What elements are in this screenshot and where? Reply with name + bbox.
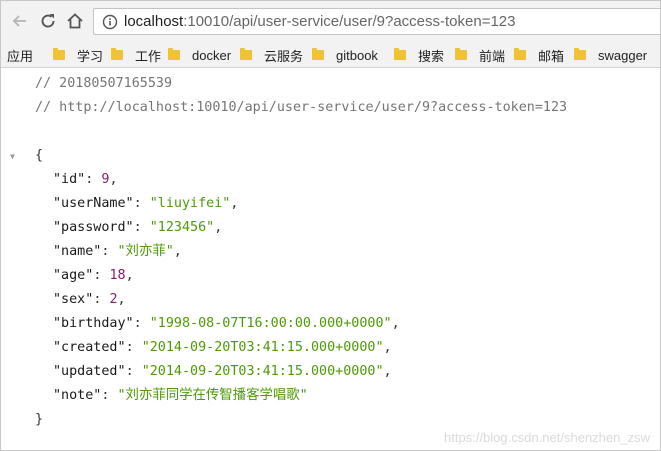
field-key: "created" xyxy=(53,340,126,355)
folder-icon xyxy=(240,48,252,60)
folder-icon xyxy=(312,48,324,60)
field-key: "age" xyxy=(53,268,94,283)
bookmark-label: gitbook xyxy=(336,47,378,63)
back-button[interactable] xyxy=(9,10,31,32)
bookmark-label: docker xyxy=(192,47,232,63)
json-field: "birthday": "1998-08-07T16:00:00.000+000… xyxy=(53,316,400,331)
bookmark-folder-search[interactable]: 搜索 xyxy=(394,47,445,64)
reload-button[interactable] xyxy=(37,10,59,32)
back-arrow-icon xyxy=(12,15,26,27)
comment-timestamp: // 20180507165539 xyxy=(35,76,173,91)
field-value: "1998-08-07T16:00:00.000+0000" xyxy=(149,316,392,331)
json-field: "userName": "liuyifei", xyxy=(53,196,239,211)
field-value: 18 xyxy=(109,268,126,283)
home-icon xyxy=(67,13,83,29)
home-button[interactable] xyxy=(64,10,86,32)
folder-icon xyxy=(455,48,467,60)
reload-icon xyxy=(41,14,55,28)
json-viewer: // 20180507165539 // http://localhost:10… xyxy=(1,69,660,450)
bookmark-folder-work[interactable]: 工作 xyxy=(111,47,162,64)
apps-shortcut[interactable]: 应用 xyxy=(7,47,34,64)
json-field: "name": "刘亦菲", xyxy=(53,244,182,259)
field-key: "name" xyxy=(53,244,102,259)
json-field: "age": 18, xyxy=(53,268,134,283)
page-info-icon[interactable] xyxy=(100,14,120,30)
json-field: "note": "刘亦菲同学在传智播客学唱歌" xyxy=(53,388,308,403)
gutter xyxy=(1,69,15,450)
json-field: "id": 9, xyxy=(53,172,118,187)
bookmark-label: 搜索 xyxy=(418,48,445,64)
bookmark-folder-docker[interactable]: docker xyxy=(168,47,231,63)
field-key: "userName" xyxy=(53,196,134,211)
fold-toggle-icon[interactable]: ▼ xyxy=(10,152,15,161)
field-value: 2 xyxy=(109,292,118,307)
folder-icon xyxy=(53,48,65,60)
bookmark-label: 云服务 xyxy=(264,48,304,64)
url-host: localhost xyxy=(124,13,184,30)
field-value: "2014-09-20T03:41:15.000+0000" xyxy=(141,364,384,379)
open-brace: { xyxy=(35,148,44,163)
field-value: "liuyifei" xyxy=(149,196,231,211)
bookmark-folder-gitbook[interactable]: gitbook xyxy=(312,47,378,63)
bookmark-folder-frontend[interactable]: 前端 xyxy=(455,47,506,64)
watermark: https://blog.csdn.net/shenzhen_zsw xyxy=(444,430,650,445)
comment-url: // http://localhost:10010/api/user-servi… xyxy=(35,100,568,115)
field-key: "password" xyxy=(53,220,134,235)
address-bar[interactable]: localhost:10010/api/user-service/user/9?… xyxy=(93,8,660,35)
json-field: "password": "123456", xyxy=(53,220,223,235)
folder-icon xyxy=(574,48,586,60)
bookmark-folder-cloud[interactable]: 云服务 xyxy=(240,47,304,64)
bookmark-folder-swagger[interactable]: swagger xyxy=(574,47,647,63)
bookmark-folder-study[interactable]: 学习 xyxy=(53,47,104,64)
browser-toolbar: localhost:10010/api/user-service/user/9?… xyxy=(1,1,660,41)
url-text: localhost:10010/api/user-service/user/9?… xyxy=(124,13,515,30)
bookmark-label: 工作 xyxy=(135,48,162,64)
bookmark-label: swagger xyxy=(598,47,648,63)
bookmarks-bar: 应用 学习 工作 docker 云服务 gitbook 搜索 前端 邮箱 swa… xyxy=(1,41,660,68)
apps-label: 应用 xyxy=(7,48,34,64)
bookmark-folder-mail[interactable]: 邮箱 xyxy=(514,47,565,64)
folder-icon xyxy=(168,48,180,60)
close-brace: } xyxy=(35,412,44,427)
bookmark-label: 学习 xyxy=(77,48,104,64)
field-key: "sex" xyxy=(53,292,94,307)
field-value: "123456" xyxy=(149,220,215,235)
folder-icon xyxy=(514,48,526,60)
browser-window: localhost:10010/api/user-service/user/9?… xyxy=(0,0,661,451)
bookmark-label: 前端 xyxy=(479,48,506,64)
field-value: "刘亦菲" xyxy=(117,244,174,259)
field-value: "刘亦菲同学在传智播客学唱歌" xyxy=(117,388,308,403)
json-field: "created": "2014-09-20T03:41:15.000+0000… xyxy=(53,340,392,355)
field-key: "birthday" xyxy=(53,316,134,331)
url-path: :10010/api/user-service/user/9?access-to… xyxy=(183,13,516,30)
field-value: "2014-09-20T03:41:15.000+0000" xyxy=(141,340,384,355)
bookmark-label: 邮箱 xyxy=(538,48,565,64)
json-field: "updated": "2014-09-20T03:41:15.000+0000… xyxy=(53,364,392,379)
folder-icon xyxy=(111,48,123,60)
folder-icon xyxy=(394,48,406,60)
json-field: "sex": 2, xyxy=(53,292,126,307)
field-key: "updated" xyxy=(53,364,126,379)
field-key: "note" xyxy=(53,388,102,403)
field-key: "id" xyxy=(53,172,86,187)
